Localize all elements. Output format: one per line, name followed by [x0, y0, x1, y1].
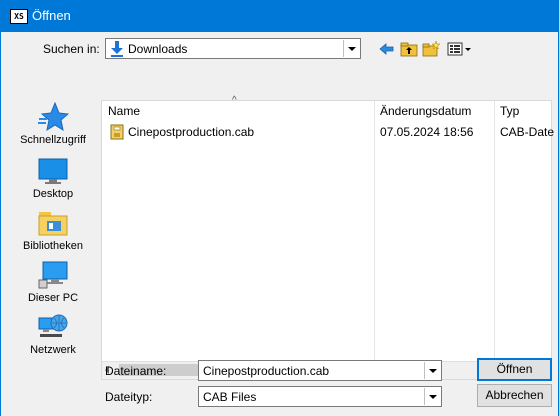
up-folder-icon[interactable]	[400, 40, 418, 58]
place-quick-access[interactable]: Schnellzugriff	[11, 101, 95, 146]
lookin-dropdown-button[interactable]	[343, 40, 359, 57]
places-bar: Schnellzugriff Desktop Bibliotheken Dies…	[11, 100, 95, 368]
place-label: Netzwerk	[30, 344, 76, 356]
title-bar: XS Öffnen	[0, 0, 559, 32]
filetype-combo[interactable]: CAB Files	[198, 386, 442, 407]
downloads-arrow-icon	[110, 41, 124, 57]
place-this-pc[interactable]: Dieser PC	[11, 260, 95, 304]
filetype-value: CAB Files	[203, 390, 257, 404]
libraries-icon	[37, 208, 69, 238]
place-desktop[interactable]: Desktop	[11, 156, 95, 200]
place-label: Schnellzugriff	[20, 134, 86, 146]
window-title: Öffnen	[32, 8, 71, 23]
back-icon[interactable]	[378, 40, 396, 58]
place-network[interactable]: Netzwerk	[11, 312, 95, 356]
place-label: Desktop	[32, 188, 74, 200]
column-header-type[interactable]: Typ	[500, 104, 519, 118]
open-button[interactable]: Öffnen	[477, 358, 552, 381]
cab-file-icon	[110, 124, 124, 140]
view-menu-icon[interactable]	[447, 40, 473, 58]
dialog-body: Suchen in: Downloads Schnellzugriff Desk	[0, 32, 559, 416]
filetype-dropdown-button[interactable]	[424, 388, 440, 405]
lookin-label: Suchen in:	[43, 42, 100, 56]
lookin-value: Downloads	[128, 42, 188, 56]
computer-icon	[37, 260, 69, 290]
app-icon: XS	[10, 9, 28, 24]
place-label: Bibliotheken	[23, 240, 83, 252]
column-header-name[interactable]: Name	[108, 104, 140, 118]
quick-access-star-icon	[37, 101, 70, 132]
filename-input[interactable]: Cinepostproduction.cab	[203, 364, 329, 378]
file-row[interactable]: Cinepostproduction.cab 07.05.2024 18:56 …	[108, 123, 554, 141]
desktop-icon	[37, 156, 69, 186]
filetype-label: Dateityp:	[105, 390, 153, 404]
network-icon	[37, 312, 69, 342]
place-libraries[interactable]: Bibliotheken	[11, 208, 95, 252]
file-type: CAB-Date	[500, 125, 555, 139]
place-label: Dieser PC	[27, 292, 79, 304]
file-date: 07.05.2024 18:56	[380, 125, 474, 139]
new-folder-icon[interactable]	[422, 40, 441, 58]
filename-dropdown-button[interactable]	[424, 362, 440, 379]
filename-label: Dateiname:	[105, 364, 167, 378]
file-name: Cinepostproduction.cab	[128, 125, 255, 139]
filename-combo[interactable]: Cinepostproduction.cab	[198, 360, 442, 381]
file-list[interactable]: Name ^ Änderungsdatum Typ Cinepostproduc…	[101, 95, 554, 380]
sort-indicator-icon: ^	[232, 95, 237, 106]
lookin-combo[interactable]: Downloads	[105, 38, 361, 59]
column-header-date[interactable]: Änderungsdatum	[380, 104, 471, 118]
cancel-button[interactable]: Abbrechen	[477, 384, 552, 407]
